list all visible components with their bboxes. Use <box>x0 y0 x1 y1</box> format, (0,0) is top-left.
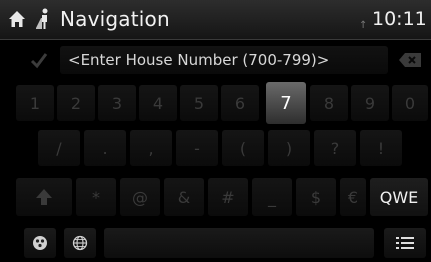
key-9[interactable]: 9 <box>351 85 389 121</box>
key-asterisk[interactable]: * <box>76 178 116 216</box>
qwe-mode-button[interactable]: QWE <box>370 178 428 216</box>
key-hyphen[interactable]: - <box>176 130 218 166</box>
key-0[interactable]: 0 <box>392 85 428 121</box>
key-4[interactable]: 4 <box>139 85 177 121</box>
key-slash[interactable]: / <box>38 130 80 166</box>
bottom-bar <box>0 224 431 262</box>
page-title: Navigation <box>60 7 170 31</box>
navigation-person-icon <box>36 8 48 29</box>
language-button[interactable] <box>64 228 96 258</box>
key-at[interactable]: @ <box>120 178 160 216</box>
key-period[interactable]: . <box>84 130 126 166</box>
key-ampersand[interactable]: & <box>164 178 204 216</box>
signal-indicator: ↑ <box>359 20 368 31</box>
symbols-button[interactable] <box>24 228 56 258</box>
clock: 10:11 <box>372 8 427 30</box>
key-euro[interactable]: € <box>340 178 366 216</box>
key-1[interactable]: 1 <box>16 85 54 121</box>
key-exclamation[interactable]: ! <box>360 130 402 166</box>
list-icon <box>396 237 414 249</box>
key-dollar[interactable]: $ <box>296 178 336 216</box>
house-number-input[interactable]: <Enter House Number (700-799)> <box>60 46 388 74</box>
globe-icon <box>72 235 88 251</box>
backspace-icon[interactable] <box>398 52 422 68</box>
title-bar: Navigation ↑ 10:11 <box>0 0 431 40</box>
symbols-icon <box>33 236 47 250</box>
shift-arrow-icon <box>36 189 52 205</box>
home-icon[interactable] <box>8 10 26 28</box>
key-2[interactable]: 2 <box>57 85 95 121</box>
entry-prompt: <Enter House Number (700-799)> <box>68 51 330 69</box>
space-key[interactable] <box>104 228 374 258</box>
key-underscore[interactable]: _ <box>252 178 292 216</box>
key-3[interactable]: 3 <box>98 85 136 121</box>
key-5[interactable]: 5 <box>180 85 218 121</box>
entry-row: <Enter House Number (700-799)> <box>0 46 431 74</box>
key-question[interactable]: ? <box>314 130 356 166</box>
list-button[interactable] <box>384 228 426 258</box>
key-comma[interactable]: , <box>130 130 172 166</box>
key-open-paren[interactable]: ( <box>222 130 264 166</box>
key-7[interactable]: 7 <box>266 82 306 124</box>
key-close-paren[interactable]: ) <box>268 130 310 166</box>
key-6[interactable]: 6 <box>221 85 259 121</box>
key-hash[interactable]: # <box>208 178 248 216</box>
key-8[interactable]: 8 <box>310 85 348 121</box>
shift-key[interactable] <box>16 178 72 216</box>
checkmark-icon[interactable] <box>30 51 48 69</box>
